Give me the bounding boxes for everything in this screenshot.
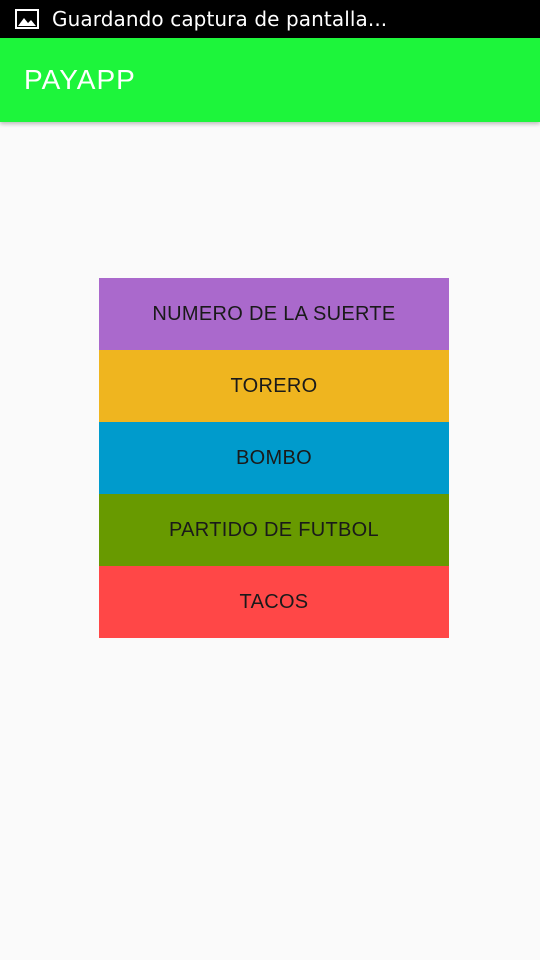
tacos-button[interactable]: TACOS [99,566,449,638]
button-label: TACOS [239,590,309,613]
bombo-button[interactable]: BOMBO [99,422,449,494]
status-notification-text: Guardando captura de pantalla... [52,7,388,31]
status-bar: Guardando captura de pantalla... [0,0,540,38]
button-label: BOMBO [236,446,312,469]
button-label: NUMERO DE LA SUERTE [152,302,396,325]
button-label: PARTIDO DE FUTBOL [169,518,379,541]
partido-de-futbol-button[interactable]: PARTIDO DE FUTBOL [99,494,449,566]
image-icon [14,8,40,30]
menu-list: NUMERO DE LA SUERTE TORERO BOMBO PARTIDO… [99,278,449,638]
torero-button[interactable]: TORERO [99,350,449,422]
app-bar: PAYAPP [0,38,540,122]
numero-de-la-suerte-button[interactable]: NUMERO DE LA SUERTE [99,278,449,350]
app-title: PAYAPP [24,64,136,95]
button-label: TORERO [230,374,318,397]
